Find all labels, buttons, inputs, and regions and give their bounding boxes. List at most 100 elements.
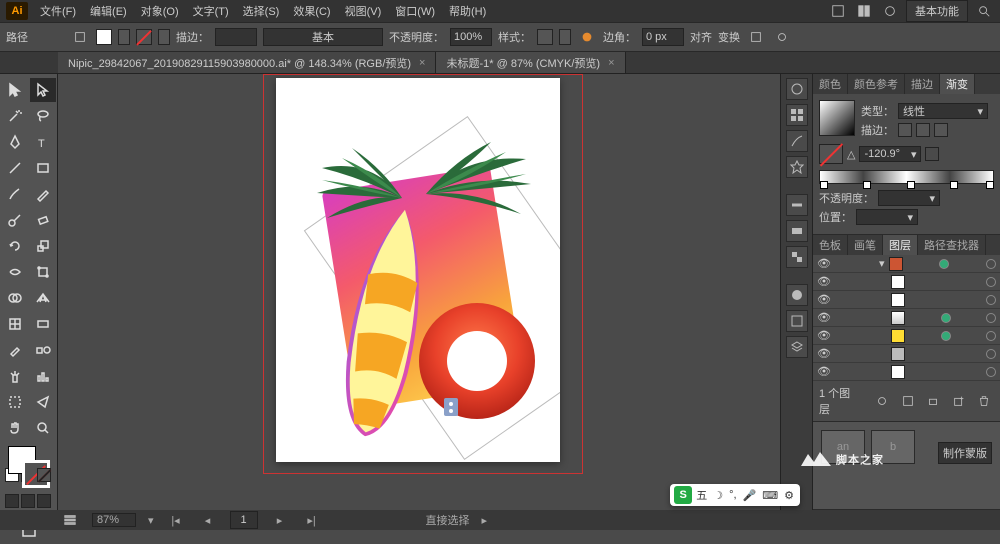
gradient-preview[interactable]	[819, 100, 855, 136]
width-tool[interactable]	[2, 260, 28, 284]
ime-logo-icon[interactable]: S	[674, 486, 692, 504]
tab-brushes[interactable]: 画笔	[848, 235, 883, 255]
layer-row[interactable]: 👁	[813, 309, 1000, 327]
selection-indicator[interactable]	[939, 259, 949, 269]
rotate-tool[interactable]	[2, 234, 28, 258]
pencil-tool[interactable]	[30, 182, 56, 206]
stroke-swatch[interactable]	[136, 29, 152, 45]
transform-label[interactable]: 变换	[718, 29, 740, 45]
eraser-tool[interactable]	[30, 208, 56, 232]
free-transform-tool[interactable]	[30, 260, 56, 284]
eyedropper-tool[interactable]	[2, 338, 28, 362]
stroke-label[interactable]: 描边：	[176, 29, 209, 45]
close-icon[interactable]: ×	[608, 57, 614, 69]
ime-toolbar[interactable]: S 五 ☽ °, 🎤 ⌨ ⚙	[670, 484, 800, 506]
ime-moon-icon[interactable]: ☽	[711, 489, 725, 502]
fill-dropdown[interactable]	[118, 29, 130, 45]
dock-brushes-icon[interactable]	[786, 130, 808, 152]
shape-builder-tool[interactable]	[2, 286, 28, 310]
target-indicator[interactable]	[986, 349, 996, 359]
zoom-field[interactable]: 87%	[92, 513, 136, 527]
bridge-icon[interactable]	[828, 2, 848, 20]
target-indicator[interactable]	[986, 367, 996, 377]
magic-wand-tool[interactable]	[2, 104, 28, 128]
gradient-tool[interactable]	[30, 312, 56, 336]
stroke-grad-opt-3[interactable]	[934, 123, 948, 137]
ime-settings-icon[interactable]: ⚙	[782, 489, 796, 502]
menu-type[interactable]: 文字(T)	[193, 3, 229, 19]
fill-swatch[interactable]	[96, 29, 112, 45]
lasso-tool[interactable]	[30, 104, 56, 128]
ime-keyboard-icon[interactable]: ⌨	[760, 489, 780, 502]
visibility-icon[interactable]: 👁	[817, 293, 831, 307]
close-icon[interactable]: ×	[419, 57, 425, 69]
make-clipping-mask-icon[interactable]	[898, 392, 918, 410]
align-label[interactable]: 对齐	[690, 29, 712, 45]
make-mask-button[interactable]: 制作蒙版	[938, 442, 992, 464]
gradient-stop[interactable]	[820, 181, 828, 189]
line-tool[interactable]	[2, 156, 28, 180]
visibility-icon[interactable]: 👁	[817, 257, 831, 271]
dock-graphic-styles-icon[interactable]	[786, 310, 808, 332]
artboard[interactable]	[276, 78, 560, 462]
dock-stroke-icon[interactable]	[786, 194, 808, 216]
type-tool[interactable]: T	[30, 130, 56, 154]
stroke-grad-opt-2[interactable]	[916, 123, 930, 137]
stroke-weight-field[interactable]	[215, 28, 257, 46]
target-indicator[interactable]	[986, 313, 996, 323]
dock-gradient-icon[interactable]	[786, 220, 808, 242]
direct-selection-tool[interactable]	[30, 78, 56, 102]
expand-icon[interactable]: ▾	[879, 257, 885, 270]
aspect-lock-icon[interactable]	[925, 147, 939, 161]
new-sublayer-icon[interactable]	[923, 392, 943, 410]
perspective-grid-tool[interactable]	[30, 286, 56, 310]
ime-punct-icon[interactable]: °,	[727, 489, 738, 501]
status-menu-icon[interactable]	[60, 511, 80, 529]
menu-effect[interactable]: 效果(C)	[293, 3, 330, 19]
color-mode-none[interactable]	[37, 468, 51, 482]
zoom-tool[interactable]	[30, 416, 56, 440]
recolor-icon[interactable]	[577, 28, 597, 46]
layer-row[interactable]: 👁▾	[813, 255, 1000, 273]
brush-preset[interactable]: 基本	[263, 28, 383, 46]
visibility-icon[interactable]: 👁	[817, 347, 831, 361]
visibility-icon[interactable]: 👁	[817, 365, 831, 379]
locate-object-icon[interactable]	[872, 392, 892, 410]
menu-help[interactable]: 帮助(H)	[449, 3, 486, 19]
menu-window[interactable]: 窗口(W)	[395, 3, 435, 19]
layer-row[interactable]: 👁	[813, 345, 1000, 363]
drawing-mode-inside[interactable]	[37, 494, 51, 508]
gradient-swap-icon[interactable]	[819, 144, 843, 164]
target-indicator[interactable]	[986, 295, 996, 305]
search-icon[interactable]	[974, 2, 994, 20]
menu-edit[interactable]: 编辑(E)	[90, 3, 127, 19]
dock-layers-icon[interactable]	[786, 336, 808, 358]
tab-layers[interactable]: 图层	[883, 235, 918, 255]
workspace-switcher[interactable]: 基本功能	[906, 0, 968, 22]
blend-tool[interactable]	[30, 338, 56, 362]
nav-next-icon[interactable]: ▸	[270, 511, 290, 529]
scale-tool[interactable]	[30, 234, 56, 258]
dock-swatches-icon[interactable]	[786, 104, 808, 126]
anchor-icon[interactable]	[70, 28, 90, 46]
nav-prev-icon[interactable]: ◂	[198, 511, 218, 529]
layer-row[interactable]: 👁	[813, 363, 1000, 381]
pen-tool[interactable]	[2, 130, 28, 154]
stop-opacity-field[interactable]: ▾	[878, 190, 940, 206]
opacity-field[interactable]: 100%	[450, 28, 492, 46]
gradient-stop[interactable]	[907, 181, 915, 189]
dock-appearance-icon[interactable]	[786, 284, 808, 306]
column-graph-tool[interactable]	[30, 364, 56, 388]
ime-mic-icon[interactable]: 🎤	[741, 489, 759, 502]
arrange-icon[interactable]	[854, 2, 874, 20]
drawing-mode-behind[interactable]	[21, 494, 35, 508]
target-indicator[interactable]	[986, 331, 996, 341]
sync-icon[interactable]	[880, 2, 900, 20]
rectangle-tool[interactable]	[30, 156, 56, 180]
selection-tool[interactable]	[2, 78, 28, 102]
document-tab-1[interactable]: Nipic_29842067_20190829115903980000.ai* …	[58, 52, 436, 73]
delete-layer-icon[interactable]	[974, 392, 994, 410]
life-ring-object[interactable]	[414, 298, 540, 424]
gradient-type-dropdown[interactable]: 线性▾	[898, 103, 988, 119]
gradient-angle-field[interactable]: -120.9°▾	[859, 146, 921, 162]
